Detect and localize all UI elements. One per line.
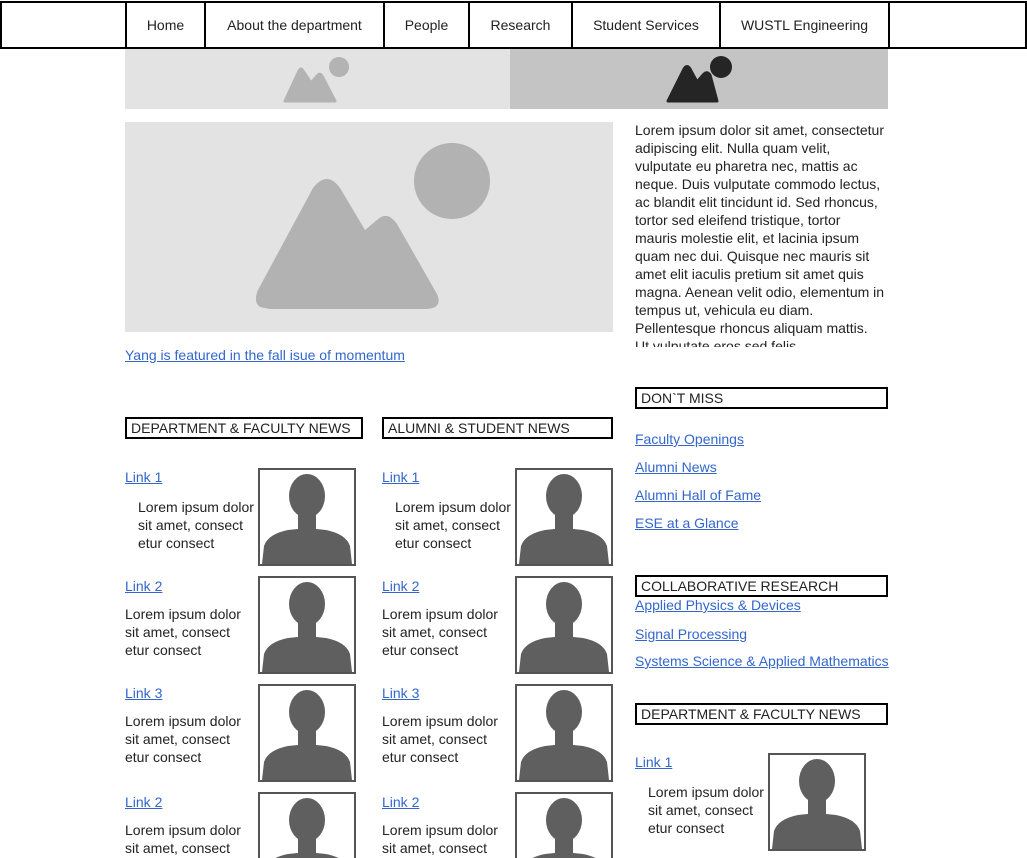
dept-news-text: Lorem ipsum dolor sit amet, consect (125, 822, 241, 856)
dept-news-link[interactable]: Link 2 (125, 578, 162, 594)
nav-people[interactable]: People (383, 1, 470, 49)
person-silhouette-icon (262, 690, 352, 780)
dept-news-link[interactable]: Link 1 (125, 469, 162, 485)
alumni-news-link[interactable]: Link 2 (382, 578, 419, 594)
alumni-news-link[interactable]: Link 3 (382, 685, 419, 701)
alumni-news-heading: ALUMNI & STUDENT NEWS (382, 417, 613, 439)
image-placeholder-icon (283, 57, 349, 103)
person-avatar (258, 792, 356, 858)
nav-wustl-engineering-label: WUSTL Engineering (740, 17, 869, 33)
intro-text: Lorem ipsum dolor sit amet, consectetur … (635, 122, 885, 347)
alumni-news-text: Lorem ipsum dolor sit amet, consect (382, 822, 498, 856)
nav-people-label: People (404, 17, 449, 33)
dept-news-link[interactable]: Link 2 (125, 794, 162, 810)
person-avatar (515, 792, 613, 858)
side-news-text: Lorem ipsum dolor sit amet, consect etur… (648, 784, 764, 836)
collab-link-systems-science[interactable]: Systems Science & Applied Mathematics (635, 653, 889, 669)
person-silhouette-icon (532, 798, 596, 858)
person-avatar (258, 468, 356, 566)
dont-miss-link-faculty-openings[interactable]: Faculty Openings (635, 431, 744, 447)
person-silhouette-icon (772, 759, 862, 849)
collab-link-applied-physics[interactable]: Applied Physics & Devices (635, 597, 801, 613)
person-avatar (515, 576, 613, 674)
hero-image[interactable] (125, 122, 613, 332)
person-silhouette-icon (275, 798, 339, 858)
nav-about-label: About the department (227, 17, 362, 33)
side-news-link[interactable]: Link 1 (635, 754, 672, 770)
collab-research-heading: COLLABORATIVE RESEARCH (635, 575, 888, 597)
person-silhouette-icon (262, 582, 352, 672)
person-silhouette-icon (519, 474, 609, 564)
top-navigation: Home About the department People Researc… (0, 1, 1027, 49)
person-avatar (258, 684, 356, 782)
hero-caption-link[interactable]: Yang is featured in the fall isue of mom… (125, 347, 405, 363)
image-placeholder-icon (255, 143, 490, 309)
dept-news-text: Lorem ipsum dolor sit amet, consect etur… (138, 499, 254, 551)
dept-news-heading: DEPARTMENT & FACULTY NEWS (125, 417, 363, 439)
nav-research-label: Research (490, 17, 551, 33)
dont-miss-link-alumni-news[interactable]: Alumni News (635, 459, 717, 475)
nav-student-services-label: Student Services (593, 17, 699, 33)
nav-home[interactable]: Home (125, 1, 206, 49)
alumni-news-link[interactable]: Link 1 (382, 469, 419, 485)
nav-student-services[interactable]: Student Services (571, 1, 721, 49)
alumni-news-text: Lorem ipsum dolor sit amet, consect etur… (395, 499, 511, 551)
image-placeholder-icon (666, 56, 732, 103)
alumni-news-text: Lorem ipsum dolor sit amet, consect etur… (382, 713, 498, 765)
alumni-news-text: Lorem ipsum dolor sit amet, consect etur… (382, 606, 498, 658)
nav-research[interactable]: Research (468, 1, 573, 49)
nav-about[interactable]: About the department (204, 1, 385, 49)
person-silhouette-icon (519, 582, 609, 672)
banner-slide-inactive[interactable] (125, 49, 510, 109)
alumni-news-link[interactable]: Link 2 (382, 794, 419, 810)
dept-news-text: Lorem ipsum dolor sit amet, consect etur… (125, 713, 241, 765)
banner-slide-active[interactable] (510, 49, 888, 109)
person-avatar (515, 468, 613, 566)
dont-miss-link-hall-of-fame[interactable]: Alumni Hall of Fame (635, 487, 761, 503)
person-silhouette-icon (519, 690, 609, 780)
nav-home-label: Home (146, 17, 185, 33)
dont-miss-heading: DON`T MISS (635, 387, 888, 409)
person-avatar (515, 684, 613, 782)
dont-miss-link-ese-glance[interactable]: ESE at a Glance (635, 515, 739, 531)
collab-link-signal-processing[interactable]: Signal Processing (635, 626, 747, 642)
person-silhouette-icon (262, 474, 352, 564)
nav-wustl-engineering[interactable]: WUSTL Engineering (719, 1, 890, 49)
dept-news-text: Lorem ipsum dolor sit amet, consect etur… (125, 606, 241, 658)
person-avatar (258, 576, 356, 674)
dept-news-link[interactable]: Link 3 (125, 685, 162, 701)
side-dept-news-heading: DEPARTMENT & FACULTY NEWS (635, 703, 888, 725)
person-avatar (768, 753, 866, 851)
